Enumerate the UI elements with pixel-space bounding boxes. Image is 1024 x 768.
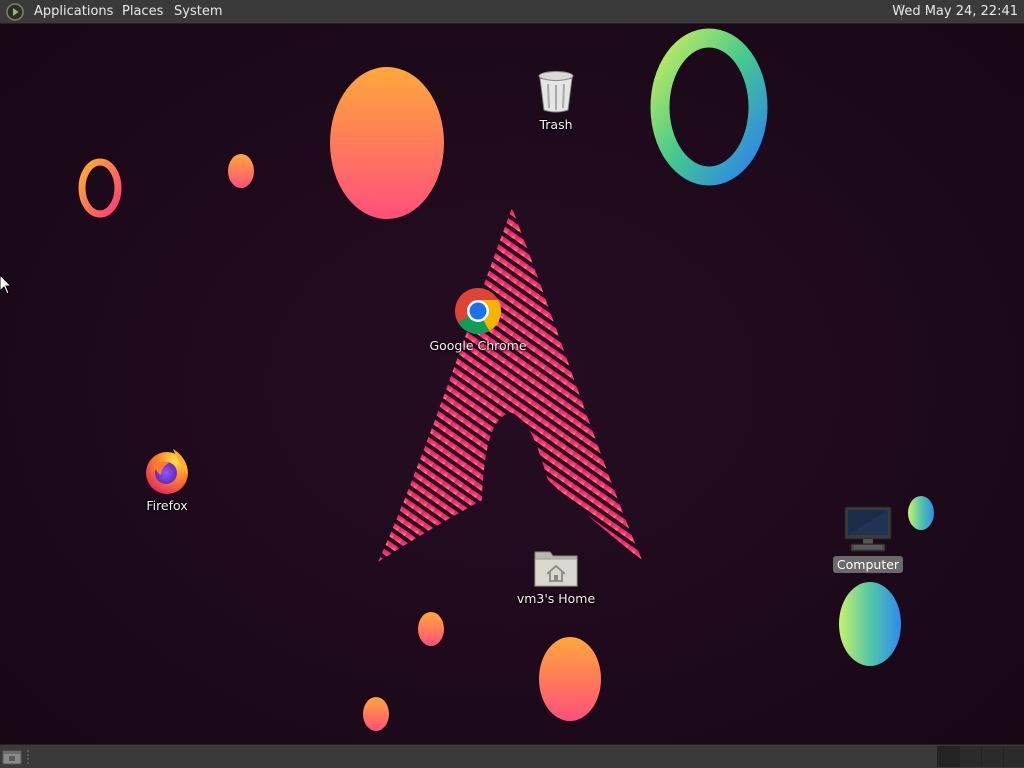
desktop-icon-label: Google Chrome [429,338,527,353]
top-panel: Applications Places System Wed May 24, 2… [0,0,1024,24]
desktop-icon-home[interactable]: vm3's Home [501,548,611,607]
bottom-panel [0,744,1024,768]
menu-applications[interactable]: Applications [30,0,117,24]
desktop-icon-computer[interactable]: Computer [813,506,923,573]
workspace-2[interactable] [959,746,982,767]
firefox-icon [146,449,188,494]
trash-icon [538,71,574,113]
show-desktop-icon[interactable] [2,748,22,766]
chrome-icon [455,288,501,334]
menu-system[interactable]: System [170,0,226,24]
menu-places[interactable]: Places [118,0,167,24]
mouse-pointer-icon [0,275,12,295]
desktop-icon-label: Computer [832,556,904,573]
workspace-1[interactable] [937,746,960,767]
desktop-icon-firefox[interactable]: Firefox [112,447,222,514]
workspace-4[interactable] [1003,746,1024,767]
workspace-3[interactable] [981,746,1004,767]
home-folder-icon [534,551,578,587]
desktop-icon-label: vm3's Home [516,591,596,606]
computer-icon [844,506,892,552]
desktop-icon-trash[interactable]: Trash [501,70,611,133]
desktop-icon-label: Trash [539,117,573,132]
app-menu-icon[interactable] [6,3,24,21]
desktop-icon-google-chrome[interactable]: Google Chrome [423,287,533,354]
clock[interactable]: Wed May 24, 22:41 [886,0,1024,24]
desktop-icon-label: Firefox [146,498,188,513]
panel-grip-handle[interactable] [26,749,30,765]
